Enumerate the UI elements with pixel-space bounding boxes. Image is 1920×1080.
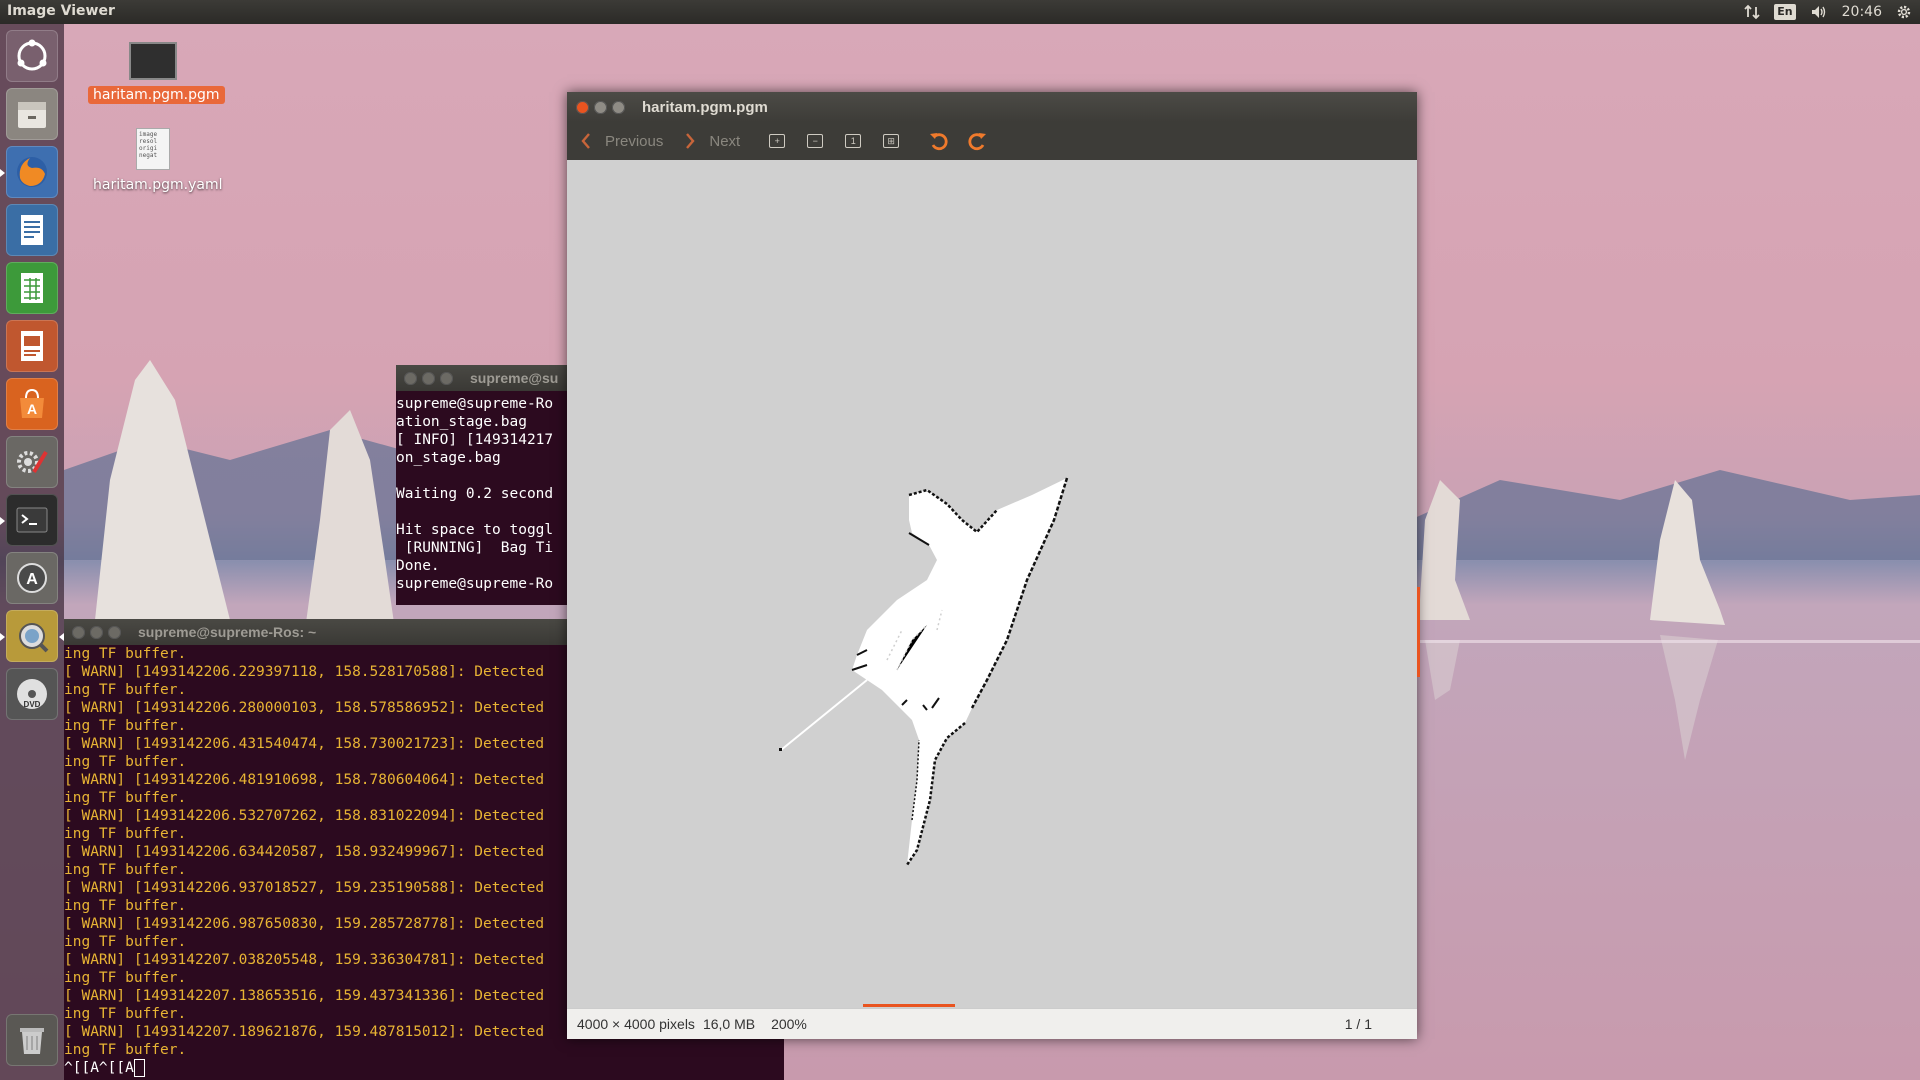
terminal-line: Waiting 0.2 second xyxy=(396,486,554,502)
previous-button[interactable]: Previous xyxy=(567,126,671,156)
best-fit-button[interactable]: ⊞ xyxy=(872,126,910,156)
terminal-line: ing TF buffer. xyxy=(64,1042,187,1058)
impress-icon[interactable] xyxy=(6,320,58,372)
terminal-title: supreme@su xyxy=(470,370,559,386)
occupancy-map-image xyxy=(779,477,1069,866)
text-file-icon: image resol origi negat xyxy=(136,128,170,170)
top-panel: Image Viewer En 20:46 xyxy=(0,0,1920,24)
svg-text:A: A xyxy=(26,571,38,588)
next-label: Next xyxy=(709,132,741,150)
close-button[interactable] xyxy=(72,625,85,639)
system-settings-icon[interactable] xyxy=(6,436,58,488)
indicator-area: En 20:46 xyxy=(1744,2,1912,22)
terminal-line: Done. xyxy=(396,558,440,574)
terminal-line: Hit space to toggl xyxy=(396,522,554,538)
terminal-title: supreme@supreme-Ros: ~ xyxy=(138,624,317,640)
keyboard-lang-indicator[interactable]: En xyxy=(1774,4,1796,20)
svg-text:DVD: DVD xyxy=(24,700,41,709)
zoom-in-button[interactable]: + xyxy=(758,126,796,156)
previous-label: Previous xyxy=(605,132,664,150)
writer-icon[interactable] xyxy=(6,204,58,256)
network-icon[interactable] xyxy=(1744,2,1760,22)
terminal-titlebar[interactable]: supreme@su xyxy=(396,365,568,391)
maximize-button[interactable] xyxy=(108,625,121,639)
terminal-line: [RUNNING] Bag Ti xyxy=(396,540,554,556)
chevron-right-icon xyxy=(679,130,701,152)
loading-progress-bar xyxy=(863,1004,955,1007)
terminal-line: on_stage.bag xyxy=(396,450,501,466)
window-resize-handle[interactable] xyxy=(1417,587,1420,677)
files-icon[interactable] xyxy=(6,88,58,140)
zoom-out-icon: − xyxy=(804,130,826,152)
chevron-left-icon xyxy=(575,130,597,152)
close-button[interactable] xyxy=(576,100,589,114)
terminal-output[interactable]: supreme@supreme-Ro ation_stage.bag [ INF… xyxy=(396,391,568,593)
svg-text:A: A xyxy=(27,401,37,417)
terminal-line: ation_stage.bag xyxy=(396,414,527,430)
desktop-file-yaml[interactable]: image resol origi negat haritam.pgm.yaml xyxy=(88,128,223,194)
maximize-button[interactable] xyxy=(440,371,453,385)
terminal-line: supreme@supreme-Ro xyxy=(396,576,554,592)
desktop-file-pgm[interactable]: haritam.pgm.pgm xyxy=(88,42,225,104)
clock[interactable]: 20:46 xyxy=(1842,2,1882,22)
image-position: 1 / 1 xyxy=(1344,1016,1372,1032)
normal-size-button[interactable]: 1 xyxy=(834,126,872,156)
active-app-title: Image Viewer xyxy=(7,3,115,19)
minimize-button[interactable] xyxy=(594,100,607,114)
viewer-title: haritam.pgm.pgm xyxy=(642,98,768,116)
viewer-toolbar: Previous Next + − 1 ⊞ xyxy=(567,122,1417,161)
image-file-size: 16,0 MB xyxy=(702,1016,756,1032)
launcher: A A DVD xyxy=(0,24,64,1080)
zoom-level: 200% xyxy=(771,1016,807,1032)
desktop-file-label: haritam.pgm.yaml xyxy=(93,177,223,193)
image-file-icon xyxy=(129,42,177,80)
software-updater-icon[interactable]: A xyxy=(6,552,58,604)
dvd-icon[interactable]: DVD xyxy=(6,668,58,720)
zoom-in-icon: + xyxy=(766,130,788,152)
viewer-statusbar: 4000 × 4000 pixels 16,0 MB 200% 1 / 1 xyxy=(567,1004,1417,1039)
calc-icon[interactable] xyxy=(6,262,58,314)
terminal-line: [ INFO] [149314217 xyxy=(396,432,554,448)
terminal-line: supreme@supreme-Ro xyxy=(396,396,554,412)
rotate-left-button[interactable] xyxy=(920,126,958,156)
best-fit-icon: ⊞ xyxy=(880,130,902,152)
minimize-button[interactable] xyxy=(422,371,435,385)
gear-icon[interactable] xyxy=(1896,2,1912,22)
image-viewer-window[interactable]: haritam.pgm.pgm Previous Next + − 1 ⊞ 40… xyxy=(567,92,1420,1039)
rotate-left-icon xyxy=(928,130,950,152)
rotate-right-button[interactable] xyxy=(958,126,996,156)
terminal-icon[interactable] xyxy=(0,494,58,546)
next-button[interactable]: Next xyxy=(671,126,748,156)
minimize-button[interactable] xyxy=(90,625,103,639)
terminal-prompt: ^[[A^[[A xyxy=(64,1060,134,1076)
terminal-prompt-line[interactable]: ^[[A^[[A xyxy=(64,1059,784,1077)
volume-icon[interactable] xyxy=(1810,2,1828,22)
image-dimensions: 4000 × 4000 pixels xyxy=(577,1016,695,1032)
firefox-icon[interactable] xyxy=(0,146,58,198)
normal-size-icon: 1 xyxy=(842,130,864,152)
close-button[interactable] xyxy=(404,371,417,385)
text-cursor xyxy=(133,1059,145,1077)
software-center-icon[interactable]: A xyxy=(6,378,58,430)
image-viewer-icon[interactable] xyxy=(0,610,64,662)
desktop-file-label: haritam.pgm.pgm xyxy=(88,86,225,104)
image-canvas[interactable] xyxy=(567,160,1417,1009)
rotate-right-icon xyxy=(966,130,988,152)
ubuntu-dash-icon[interactable] xyxy=(6,30,58,82)
maximize-button[interactable] xyxy=(612,100,625,114)
terminal-window-back[interactable]: supreme@su supreme@supreme-Ro ation_stag… xyxy=(396,365,568,605)
viewer-titlebar[interactable]: haritam.pgm.pgm xyxy=(567,92,1417,122)
zoom-out-button[interactable]: − xyxy=(796,126,834,156)
trash-icon[interactable] xyxy=(6,1014,58,1066)
